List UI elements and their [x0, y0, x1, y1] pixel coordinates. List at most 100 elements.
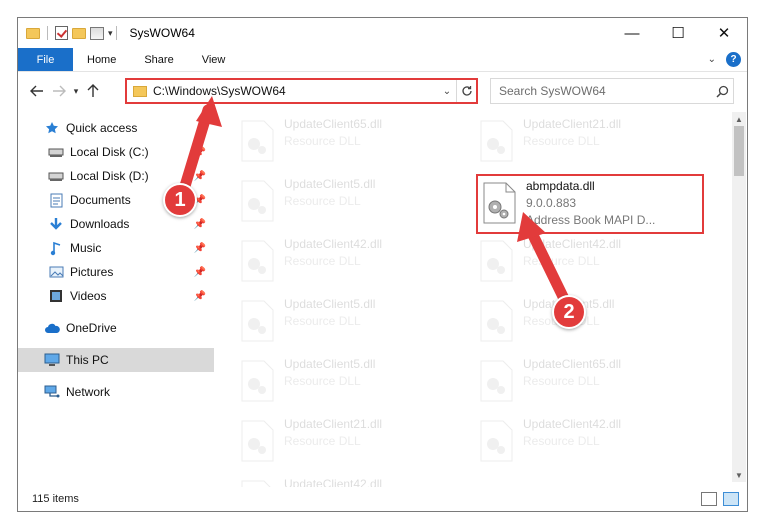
back-button[interactable]: [26, 80, 48, 102]
sidebar-item-quick-access[interactable]: Quick access: [18, 116, 214, 140]
navigation-pane: Quick access Local Disk (C:) 📌 Local Dis…: [18, 112, 214, 482]
navigation-bar: ▾ C:\Windows\SysWOW64 ⌄: [18, 74, 747, 108]
sidebar-item-network[interactable]: Network: [18, 380, 214, 404]
pin-icon[interactable]: 📌: [194, 147, 206, 158]
pin-icon[interactable]: 📌: [194, 243, 206, 254]
search-box[interactable]: [490, 78, 734, 104]
pin-icon[interactable]: 📌: [194, 267, 206, 278]
ribbon-help-area: ⌄ ?: [708, 48, 747, 71]
list-item-abmpdata[interactable]: abmpdata.dll 9.0.0.883 Address Book MAPI…: [476, 174, 704, 234]
scroll-down-icon[interactable]: ▼: [732, 468, 746, 482]
file-name: abmpdata.dll: [526, 179, 595, 193]
close-button[interactable]: ✕: [701, 18, 747, 48]
sidebar-item-videos[interactable]: Videos 📌: [18, 284, 214, 308]
window-title: SysWOW64: [129, 26, 195, 40]
sidebar-item-label: Pictures: [70, 265, 114, 279]
expand-ribbon-icon[interactable]: ⌄: [708, 54, 716, 65]
file-name: UpdateClient42.dll: [284, 237, 383, 251]
tab-home[interactable]: Home: [73, 48, 130, 71]
scroll-up-icon[interactable]: ▲: [732, 112, 746, 126]
tab-file[interactable]: File: [18, 48, 73, 71]
sidebar-item-this-pc[interactable]: This PC: [18, 348, 214, 372]
file-name: UpdateClient65.dll: [523, 357, 622, 371]
download-icon: [48, 216, 64, 232]
back-arrow-icon: [30, 85, 43, 97]
list-item[interactable]: UpdateClient42.dll Resource DLL: [479, 416, 715, 468]
file-type: Resource DLL: [523, 434, 600, 448]
file-type: Resource DLL: [523, 134, 600, 148]
refresh-icon: [461, 86, 472, 96]
list-item[interactable]: UpdateClient21.dll Resource DLL: [240, 416, 476, 468]
star-icon: [44, 120, 60, 136]
folder-icon[interactable]: [26, 27, 40, 39]
sidebar-item-onedrive[interactable]: OneDrive: [18, 316, 214, 340]
customize-icon[interactable]: [90, 26, 104, 40]
tab-view[interactable]: View: [188, 48, 240, 71]
sidebar-item-pictures[interactable]: Pictures 📌: [18, 260, 214, 284]
sidebar-item-label: Network: [66, 385, 111, 399]
chevron-down-icon[interactable]: ▾: [108, 28, 113, 39]
forward-arrow-icon: [53, 85, 66, 97]
music-icon: [48, 240, 64, 256]
file-type: Resource DLL: [284, 314, 361, 328]
cloud-icon: [44, 320, 60, 336]
videos-icon: [48, 288, 64, 304]
list-item[interactable]: UpdateClient65.dll Resource DLL: [479, 356, 715, 408]
list-item[interactable]: UpdateClient5.dllResource DLL: [479, 296, 715, 348]
drive-icon: [48, 144, 64, 160]
dll-file-icon: [241, 240, 274, 282]
dll-file-icon: [241, 180, 274, 222]
vertical-scrollbar[interactable]: ▲ ▼: [732, 112, 746, 482]
help-icon[interactable]: ?: [726, 52, 741, 67]
dll-file-icon: [241, 300, 274, 342]
search-icon[interactable]: [711, 85, 733, 98]
pin-icon[interactable]: 📌: [194, 171, 206, 182]
dll-file-icon: [480, 120, 513, 162]
sidebar-item-local-disk-c[interactable]: Local Disk (C:) 📌: [18, 140, 214, 164]
file-name: UpdateClient5.dll: [284, 357, 376, 371]
list-item[interactable]: UpdateClient42.dllResource DLL: [240, 476, 476, 487]
scroll-thumb[interactable]: [734, 126, 744, 176]
status-bar: 115 items: [18, 487, 747, 511]
list-item[interactable]: UpdateClient42.dllResource DLL: [240, 236, 476, 288]
dll-file-icon: [241, 480, 271, 487]
new-folder-icon[interactable]: [72, 27, 86, 39]
list-item[interactable]: UpdateClient21.dll Resource DLL: [479, 116, 715, 168]
tiles-view-icon[interactable]: [723, 492, 739, 506]
list-item[interactable]: UpdateClient5.dllResource DLL: [240, 176, 476, 228]
network-icon: [44, 384, 60, 400]
title-bar: ▾ SysWOW64 — ☐ ✕: [18, 18, 747, 48]
sidebar-item-label: Videos: [70, 289, 107, 303]
file-name: UpdateClient42.dll: [523, 417, 622, 431]
tab-share[interactable]: Share: [130, 48, 187, 71]
chevron-down-icon[interactable]: ⌄: [438, 86, 456, 97]
file-type: Resource DLL: [284, 194, 361, 208]
details-view-icon[interactable]: [701, 492, 717, 506]
window-controls: — ☐ ✕: [609, 18, 747, 48]
up-arrow-icon: [87, 84, 99, 97]
file-type: Resource DLL: [284, 374, 361, 388]
sidebar-item-music[interactable]: Music 📌: [18, 236, 214, 260]
divider: [115, 26, 117, 40]
file-name: UpdateClient65.dll: [284, 117, 383, 131]
maximize-button[interactable]: ☐: [655, 18, 701, 48]
address-bar[interactable]: C:\Windows\SysWOW64 ⌄: [125, 78, 478, 104]
refresh-button[interactable]: [456, 80, 476, 102]
list-item[interactable]: UpdateClient5.dll Resource DLL: [240, 296, 476, 348]
search-input[interactable]: [499, 84, 711, 98]
pin-icon[interactable]: 📌: [194, 219, 206, 230]
list-item[interactable]: UpdateClient5.dll Resource DLL: [240, 356, 476, 408]
file-name: UpdateClient5.dll: [284, 297, 376, 311]
pin-icon[interactable]: 📌: [194, 291, 206, 302]
callout-badge-1: 1: [163, 183, 197, 217]
up-button[interactable]: [82, 80, 104, 102]
forward-button[interactable]: [48, 80, 70, 102]
minimize-button[interactable]: —: [609, 18, 655, 48]
address-path[interactable]: C:\Windows\SysWOW64: [153, 84, 438, 98]
list-item[interactable]: UpdateClient65.dll Resource DLL: [240, 116, 476, 168]
properties-check-icon[interactable]: [55, 26, 68, 40]
file-name: UpdateClient21.dll: [523, 117, 622, 131]
divider: [47, 26, 48, 40]
list-item[interactable]: UpdateClient42.dllResource DLL: [479, 236, 715, 288]
recent-locations-icon[interactable]: ▾: [70, 86, 82, 97]
